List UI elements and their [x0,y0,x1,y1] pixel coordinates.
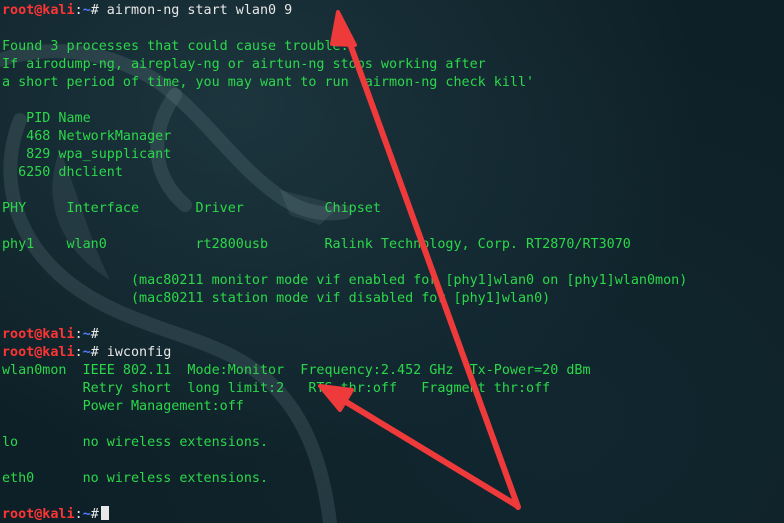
output-line: lo no wireless extensions. [2,435,269,450]
prompt-line: root@kali:~# [2,506,687,523]
prompt-line: root@kali:~# airmon-ng start wlan0 9 [2,2,687,20]
output-line: (mac80211 station mode vif disabled for … [2,291,551,306]
prompt-user-host: root@kali [2,3,75,18]
prompt-line: root@kali:~# [2,326,687,344]
terminal-output: root@kali:~# airmon-ng start wlan0 9 Foun… [2,2,687,523]
output-line: Retry short long limit:2 RTS thr:off Fra… [2,381,551,396]
output-line: 6250 dhclient [2,165,123,180]
prompt-symbol: # [90,345,99,360]
prompt-symbol: # [90,507,99,522]
output-line: PHY Interface Driver Chipset [2,201,381,216]
output-line: phy1 wlan0 rt2800usb Ralink Technology, … [2,237,631,252]
prompt-user-host: root@kali [2,327,75,342]
output-line: If airodump-ng, aireplay-ng or airtun-ng… [2,57,486,72]
output-line: 468 NetworkManager [2,129,172,144]
prompt-separator: : [74,345,83,360]
output-line: 829 wpa_supplicant [2,147,172,162]
output-line: Found 3 processes that could cause troub… [2,39,349,54]
output-line: eth0 no wireless extensions. [2,471,269,486]
output-line: wlan0mon IEEE 802.11 Mode:Monitor Freque… [2,363,615,378]
prompt-path: ~ [82,507,91,522]
prompt-path: ~ [82,3,91,18]
output-line: a short period of time, you may want to … [2,75,535,90]
prompt-user-host: root@kali [2,345,75,360]
text-cursor[interactable] [100,506,109,520]
prompt-symbol: # [90,327,99,342]
prompt-separator: : [74,327,83,342]
prompt-symbol: # [90,3,99,18]
command-text: iwconfig [98,345,172,360]
output-line: (mac80211 monitor mode vif enabled for [… [2,273,688,288]
output-line: Power Management:off [2,399,244,414]
prompt-line: root@kali:~# iwconfig [2,344,687,362]
prompt-user-host: root@kali [2,507,75,522]
terminal-window[interactable]: root@kali:~# airmon-ng start wlan0 9 Foun… [0,0,784,523]
prompt-path: ~ [82,327,91,342]
prompt-separator: : [74,507,83,522]
output-line: PID Name [2,111,91,126]
prompt-path: ~ [82,345,91,360]
command-text: airmon-ng start wlan0 9 [98,3,293,18]
prompt-separator: : [74,3,83,18]
